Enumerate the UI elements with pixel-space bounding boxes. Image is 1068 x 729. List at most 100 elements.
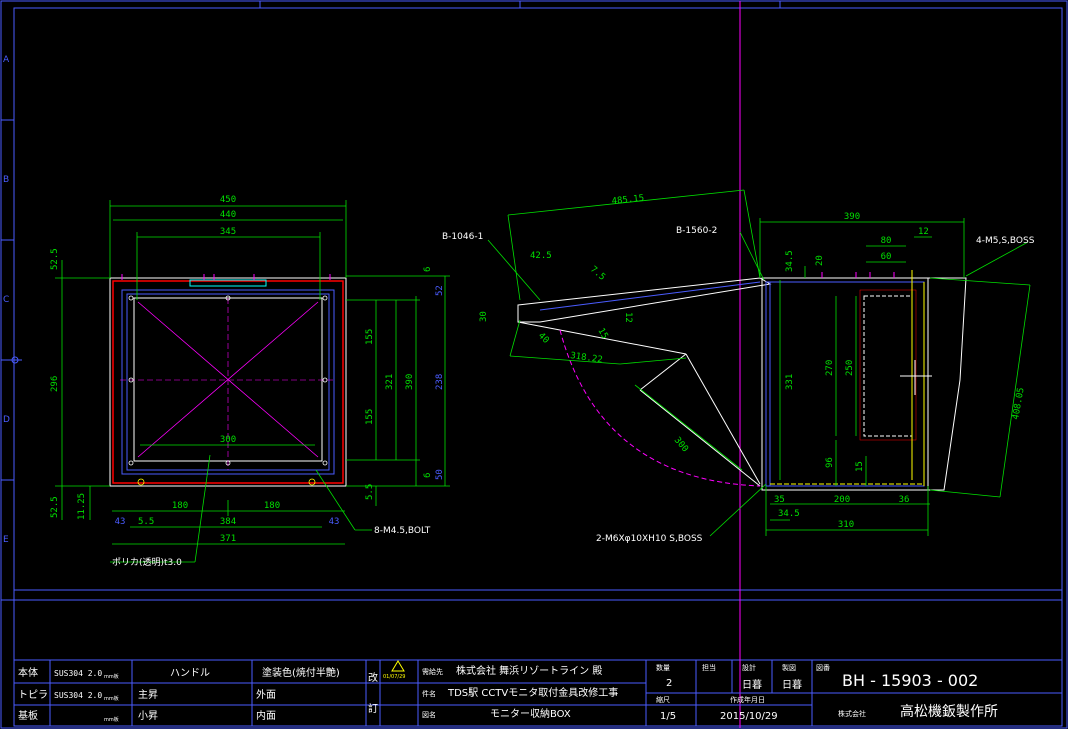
handle-label: ハンドル (170, 668, 210, 679)
date-label: 作成年月日 (730, 695, 765, 704)
rev-triangle-icon (391, 660, 405, 672)
customer-label: 需給先 (422, 667, 443, 676)
dim-200: 200 (834, 495, 850, 505)
dim-270: 270 (825, 360, 835, 376)
dim-390-side: 390 (844, 212, 860, 222)
dim-250: 250 (845, 360, 855, 376)
dim-35: 35 (774, 495, 785, 505)
customer: 株式会社 舞浜リゾートライン 殿 (456, 664, 602, 677)
dim-180b: 180 (264, 501, 280, 511)
dim-20: 20 (815, 255, 825, 266)
date: 2015/10/29 (720, 711, 778, 722)
mat-part-1: 本体 (18, 666, 38, 679)
rev-1: 改 (368, 671, 378, 684)
drawing-canvas: A B C D E 450 440 345 300 180 384 180 37… (0, 0, 1068, 729)
scale-label: 縮尺 (656, 695, 670, 704)
side-arm-lower (639, 389, 761, 487)
mat-part-2: トピラ (18, 689, 48, 701)
dim-52-5a: 52.5 (50, 248, 60, 270)
dim-34-5b: 34.5 (778, 509, 800, 519)
dim-408: 408.05 (1011, 387, 1026, 421)
company-label: 株式会社 (838, 709, 866, 718)
note-poly: ポリカ(透明)t3.0 (112, 557, 182, 568)
side-bracket (517, 277, 772, 323)
drawing-border (0, 0, 1068, 729)
dim-450: 450 (220, 195, 236, 205)
lift-up: 主昇 (138, 689, 158, 701)
rev-date: 01/07/29 (383, 674, 405, 680)
mat-unit-3: mm板 (104, 716, 119, 723)
qty: 2 (666, 678, 672, 689)
drawing-no: BH - 15903 - 002 (842, 671, 978, 690)
qty-label: 数量 (656, 663, 670, 672)
dim-6a: 6 (423, 267, 433, 272)
dim-300-side: 300 (672, 436, 690, 455)
dim-296: 296 (50, 376, 60, 392)
label-b1046: B-1046-1 (442, 232, 483, 242)
dim-7-5: 7.5 (588, 265, 607, 283)
dim-50: 50 (435, 469, 445, 480)
paint-outside: 外面 (256, 689, 276, 701)
project: TDS駅 CCTVモニタ取付金具改修工事 (447, 686, 618, 699)
ruler-ticks (1, 1, 781, 601)
dim-15b: 15 (855, 461, 865, 472)
scale: 1/5 (660, 711, 676, 722)
label-b1560: B-1560-2 (676, 226, 717, 236)
dim-321: 321 (385, 374, 395, 390)
dim-40: 40 (536, 331, 551, 346)
dim-300: 300 (220, 435, 236, 445)
dim-12: 12 (623, 312, 633, 323)
dim-80: 80 (881, 236, 892, 246)
mat-unit-2: mm板 (104, 695, 119, 702)
dim-318: 318.22 (570, 351, 604, 365)
dim-43b: 43 (329, 517, 340, 527)
ruler-letter-b: B (3, 175, 9, 185)
dim-331: 331 (785, 374, 795, 390)
dim-52: 52 (435, 285, 445, 296)
center-marks (8, 356, 22, 364)
dim-43a: 43 (115, 517, 126, 527)
dim-485: 485.15 (611, 194, 644, 207)
side-hood (927, 277, 967, 491)
dim-440: 440 (220, 210, 236, 220)
dim-384: 384 (220, 517, 236, 527)
front-view (109, 274, 347, 487)
dim-42-5: 42.5 (530, 251, 552, 261)
draw-label: 製図 (782, 663, 796, 672)
ruler-letter-a: A (3, 55, 10, 65)
side-view (517, 270, 967, 491)
mat-part-3: 基板 (18, 709, 38, 722)
dim-96: 96 (825, 457, 835, 468)
side-dimensions (487, 189, 1031, 537)
dim-390: 390 (405, 374, 415, 390)
paint-inside: 内面 (256, 709, 276, 722)
label-boss2: 2-M6Xφ10XH10 S,BOSS (596, 534, 703, 544)
ruler-letter-e: E (3, 535, 9, 545)
dim-12b: 12 (918, 227, 929, 237)
lift-down: 小昇 (138, 710, 158, 722)
dim-180a: 180 (172, 501, 188, 511)
company: 高松機鈑製作所 (900, 703, 998, 720)
rev-2: 訂 (368, 702, 378, 715)
dim-5-5: 5.5 (138, 517, 154, 527)
dim-155b: 155 (365, 409, 375, 425)
dim-36: 36 (899, 495, 910, 505)
note-bolt: 8-M4.5,BOLT (374, 526, 431, 536)
dim-371: 371 (220, 534, 236, 544)
dim-52-5b: 52.5 (50, 496, 60, 518)
drawing-name: モニター収納BOX (490, 707, 571, 720)
dim-30: 30 (479, 311, 489, 322)
ruler-letter-c: C (3, 295, 9, 305)
dim-310: 310 (838, 520, 854, 530)
dim-34-5: 34.5 (785, 250, 795, 272)
mat-spec-1: SUS304 2.0 (54, 669, 102, 678)
dim-5-5b: 5.5 (365, 484, 375, 500)
dim-345: 345 (220, 227, 236, 237)
side-monitor (863, 295, 913, 437)
ruler-letter-d: D (3, 415, 10, 425)
drawing-label: 図名 (422, 710, 436, 719)
dim-155a: 155 (365, 329, 375, 345)
paint-head: 塗装色(焼付半艶) (262, 666, 340, 679)
dim-238: 238 (435, 374, 445, 390)
project-label: 件名 (422, 689, 436, 698)
